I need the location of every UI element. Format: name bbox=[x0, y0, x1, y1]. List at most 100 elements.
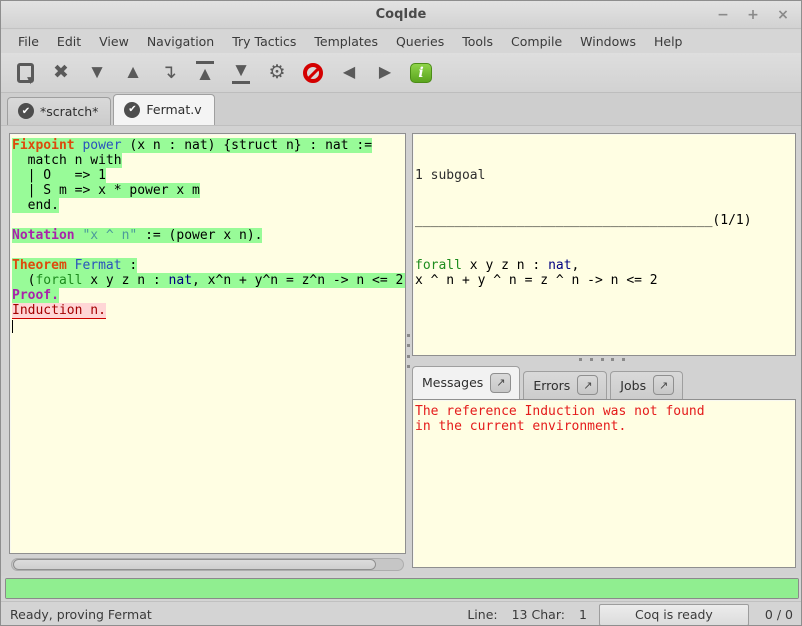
tab-label: Jobs bbox=[620, 378, 646, 393]
detach-icon[interactable]: ↗ bbox=[577, 375, 598, 395]
tab-fermat.v[interactable]: ✔ Fermat.v bbox=[113, 94, 214, 125]
detach-icon[interactable]: ↗ bbox=[653, 375, 674, 395]
previous-occurrence-button[interactable]: ◀ bbox=[331, 56, 367, 90]
progress-fill bbox=[6, 579, 798, 598]
menu-edit[interactable]: Edit bbox=[48, 32, 90, 51]
arrow-down-icon: ▼ bbox=[88, 63, 107, 82]
interrupt-button[interactable] bbox=[295, 56, 331, 90]
workers-counter: 0 / 0 bbox=[765, 607, 793, 622]
code-line bbox=[12, 213, 403, 228]
close-buffer-button[interactable]: ✖ bbox=[43, 56, 79, 90]
maximize-button[interactable]: + bbox=[745, 7, 761, 23]
menu-view[interactable]: View bbox=[90, 32, 138, 51]
menu-templates[interactable]: Templates bbox=[305, 32, 387, 51]
arrow-right-icon: ▶ bbox=[379, 65, 391, 81]
code-line: end. bbox=[12, 198, 403, 213]
code-line: Theorem Fermat : bbox=[12, 258, 403, 273]
window-controls: − + × bbox=[715, 1, 791, 29]
goal-content: 1 subgoal ______________________________… bbox=[413, 134, 795, 320]
toolbar: ▼ ✖ ▼ ▲ ↴ ▲ ▼ ⚙ ◀ ▶ i bbox=[1, 53, 801, 93]
coq-state-button[interactable]: Coq is ready bbox=[599, 604, 749, 626]
script-editor-content[interactable]: Fixpoint power (x n : nat) {struct n} : … bbox=[10, 134, 405, 335]
to-end-button[interactable]: ▼ bbox=[223, 56, 259, 90]
goal-line: x ^ n + y ^ n = z ^ n -> n <= 2 bbox=[415, 273, 793, 288]
tab-label: *scratch* bbox=[40, 104, 98, 119]
code-line: | O => 1 bbox=[12, 168, 403, 183]
menu-help[interactable]: Help bbox=[645, 32, 692, 51]
check-icon: ✔ bbox=[18, 103, 34, 119]
status-message: Ready, proving Fermat bbox=[10, 607, 467, 622]
goal-lines: forall x y z n : nat,x ^ n + y ^ n = z ^… bbox=[415, 258, 793, 288]
vertical-splitter-handle[interactable] bbox=[405, 334, 411, 368]
menu-navigation[interactable]: Navigation bbox=[138, 32, 223, 51]
line-label: Line: bbox=[467, 607, 497, 622]
title-bar: CoqIde − + × bbox=[1, 1, 801, 29]
detach-icon[interactable]: ↗ bbox=[490, 373, 511, 393]
document-tab-bar: ✔ *scratch* ✔ Fermat.v bbox=[1, 93, 801, 126]
status-bar: Ready, proving Fermat Line: 13 Char: 1 C… bbox=[1, 601, 802, 626]
code-line: match n with bbox=[12, 153, 403, 168]
work-area: Fixpoint power (x n : nat) {struct n} : … bbox=[1, 126, 802, 576]
menu-try-tactics[interactable]: Try Tactics bbox=[223, 32, 305, 51]
script-editor-pane[interactable]: Fixpoint power (x n : nat) {struct n} : … bbox=[9, 133, 406, 554]
menu-compile[interactable]: Compile bbox=[502, 32, 571, 51]
tab-errors[interactable]: Errors ↗ bbox=[523, 371, 607, 399]
messages-content: The reference Induction was not foundin … bbox=[413, 400, 795, 436]
window-title: CoqIde bbox=[376, 7, 427, 22]
goal-counter: (1/1) bbox=[712, 213, 751, 228]
goal-pane[interactable]: 1 subgoal ______________________________… bbox=[412, 133, 796, 356]
message-line: in the current environment. bbox=[415, 419, 793, 434]
jump-to-cursor-icon: ↴ bbox=[161, 63, 177, 82]
goal-line: forall x y z n : nat, bbox=[415, 258, 793, 273]
tab-jobs[interactable]: Jobs ↗ bbox=[610, 371, 683, 399]
tab-label: Fermat.v bbox=[146, 102, 201, 117]
goto-cursor-button[interactable]: ↴ bbox=[151, 56, 187, 90]
info-bubble-icon: i bbox=[410, 63, 432, 83]
close-button[interactable]: × bbox=[775, 7, 791, 23]
message-line: The reference Induction was not found bbox=[415, 404, 793, 419]
fully-check-button[interactable]: ⚙ bbox=[259, 56, 295, 90]
code-line: Notation "x ^ n" := (power x n). bbox=[12, 228, 403, 243]
tab-messages[interactable]: Messages ↗ bbox=[412, 366, 520, 399]
code-line bbox=[12, 243, 403, 258]
minimize-button[interactable]: − bbox=[715, 7, 731, 23]
char-label: Char: bbox=[532, 607, 565, 622]
messages-pane[interactable]: The reference Induction was not foundin … bbox=[412, 399, 796, 568]
save-page-icon: ▼ bbox=[17, 63, 34, 83]
restart-button[interactable]: ▲ bbox=[187, 56, 223, 90]
code-line: Induction n. bbox=[12, 303, 403, 318]
char-value: 1 bbox=[579, 607, 587, 622]
arrow-left-icon: ◀ bbox=[343, 65, 355, 81]
arrow-up-icon: ▲ bbox=[124, 63, 143, 82]
about-button[interactable]: i bbox=[403, 56, 439, 90]
line-value: 13 bbox=[512, 607, 528, 622]
menu-file[interactable]: File bbox=[9, 32, 48, 51]
gear-icon: ⚙ bbox=[268, 63, 285, 82]
progress-bar bbox=[5, 578, 799, 599]
code-line: Proof. bbox=[12, 288, 403, 303]
code-line: (forall x y z n : nat, x^n + y^n = z^n -… bbox=[12, 273, 403, 288]
forward-button[interactable]: ▼ bbox=[79, 56, 115, 90]
menu-bar: FileEditViewNavigationTry TacticsTemplat… bbox=[1, 30, 801, 53]
menu-windows[interactable]: Windows bbox=[571, 32, 645, 51]
scrollbar-thumb[interactable] bbox=[13, 559, 376, 570]
menu-tools[interactable]: Tools bbox=[453, 32, 502, 51]
next-occurrence-button[interactable]: ▶ bbox=[367, 56, 403, 90]
save-button[interactable]: ▼ bbox=[7, 56, 43, 90]
menu-queries[interactable]: Queries bbox=[387, 32, 453, 51]
status-right-group: Line: 13 Char: 1 Coq is ready 0 / 0 bbox=[467, 604, 793, 626]
editor-horizontal-scrollbar[interactable] bbox=[11, 558, 404, 571]
goal-separator: ______________________________________(1… bbox=[415, 213, 793, 228]
check-icon: ✔ bbox=[124, 102, 140, 118]
tab-scratch[interactable]: ✔ *scratch* bbox=[7, 97, 111, 125]
tab-label: Messages bbox=[422, 375, 483, 390]
arrow-up-to-bar-icon: ▲ bbox=[196, 61, 215, 84]
goal-header: 1 subgoal bbox=[415, 168, 793, 183]
code-line bbox=[12, 318, 403, 333]
horizontal-splitter-handle[interactable] bbox=[579, 357, 625, 361]
coqide-window: CoqIde − + × FileEditViewNavigationTry T… bbox=[0, 0, 802, 626]
backward-button[interactable]: ▲ bbox=[115, 56, 151, 90]
code-line: Fixpoint power (x n : nat) {struct n} : … bbox=[12, 138, 403, 153]
tab-label: Errors bbox=[533, 378, 570, 393]
close-icon: ✖ bbox=[53, 63, 69, 82]
